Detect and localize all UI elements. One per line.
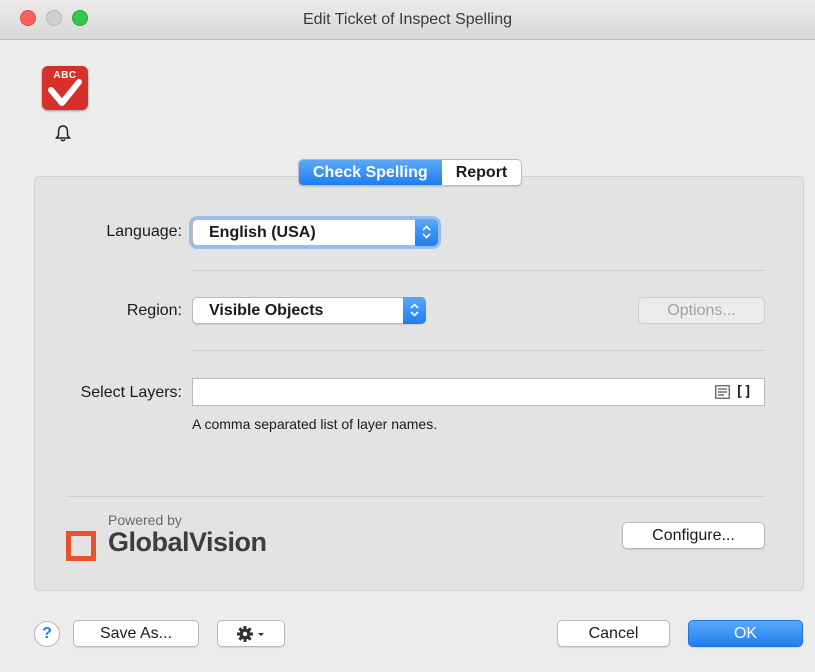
region-popup[interactable]: Visible Objects bbox=[192, 297, 426, 324]
configure-button[interactable]: Configure... bbox=[622, 522, 765, 549]
separator bbox=[192, 350, 765, 351]
language-value: English (USA) bbox=[209, 224, 316, 241]
help-button[interactable]: ? bbox=[34, 621, 60, 647]
tab-bar: Check Spelling Report bbox=[298, 159, 523, 186]
powered-by-text: Powered by bbox=[108, 512, 182, 528]
chevron-up-down-icon bbox=[403, 297, 426, 324]
cancel-button[interactable]: Cancel bbox=[557, 620, 670, 647]
tab-report[interactable]: Report bbox=[442, 160, 522, 185]
spellcheck-icon: ABC bbox=[42, 66, 88, 110]
title-bar: Edit Ticket of Inspect Spelling bbox=[0, 0, 815, 40]
select-layers-hint: A comma separated list of layer names. bbox=[192, 416, 438, 432]
globalvision-logo-text: GlobalVision bbox=[108, 527, 267, 557]
language-popup[interactable]: English (USA) bbox=[192, 219, 438, 246]
save-as-button[interactable]: Save As... bbox=[73, 620, 199, 647]
tab-check-spelling[interactable]: Check Spelling bbox=[299, 160, 442, 185]
dialog-window: Edit Ticket of Inspect Spelling ABC Chec… bbox=[0, 0, 815, 672]
region-label: Region: bbox=[126, 302, 182, 319]
separator bbox=[192, 270, 765, 271]
brackets-icon[interactable]: [] bbox=[735, 384, 752, 400]
select-layers-label: Select Layers: bbox=[80, 384, 182, 401]
separator bbox=[66, 496, 765, 497]
region-value: Visible Objects bbox=[209, 302, 324, 319]
gear-icon bbox=[237, 625, 264, 642]
list-icon[interactable] bbox=[715, 385, 730, 404]
bell-icon[interactable] bbox=[54, 124, 72, 142]
language-label: Language: bbox=[106, 223, 182, 240]
chevron-up-down-icon bbox=[415, 219, 438, 246]
gear-menu-button[interactable] bbox=[217, 620, 285, 647]
options-button[interactable]: Options... bbox=[638, 297, 765, 324]
ok-button[interactable]: OK bbox=[688, 620, 803, 647]
globalvision-logo-icon bbox=[66, 531, 96, 561]
select-layers-input[interactable]: [] bbox=[192, 378, 765, 406]
window-title: Edit Ticket of Inspect Spelling bbox=[303, 11, 512, 28]
